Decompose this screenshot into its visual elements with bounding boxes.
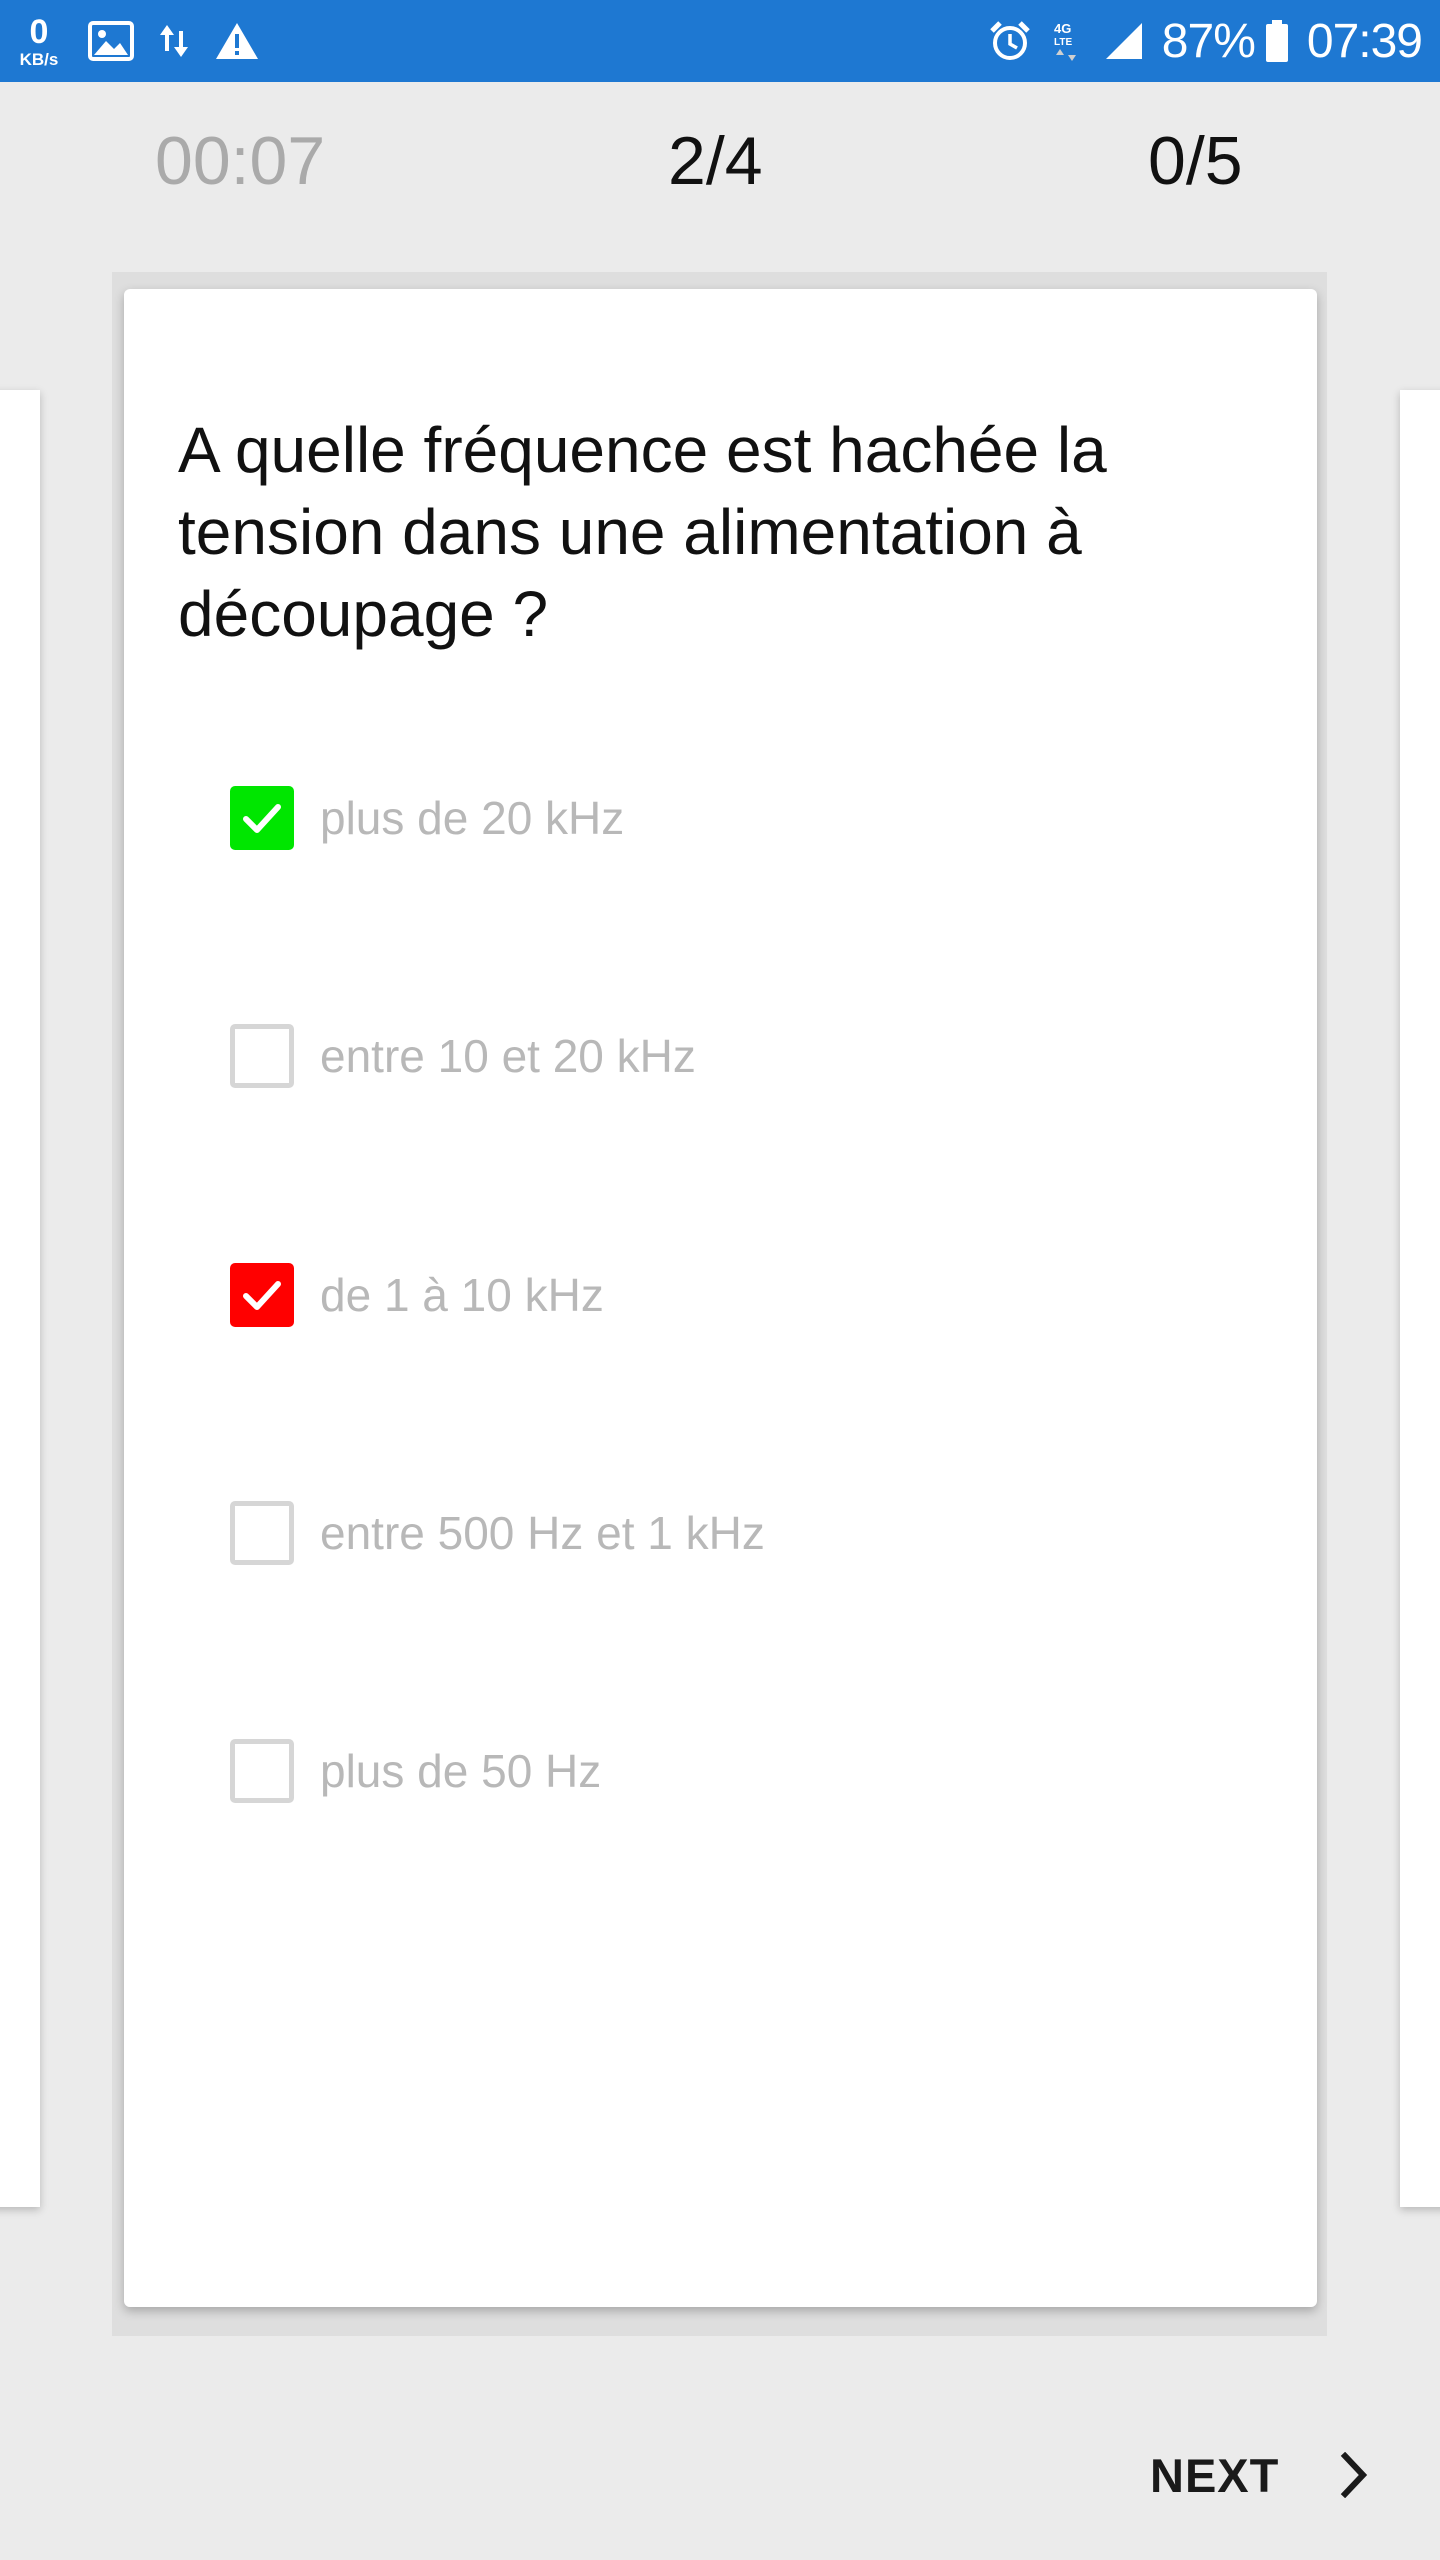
next-button[interactable]: NEXT	[1150, 2440, 1369, 2510]
quiz-timer: 00:07	[155, 123, 326, 199]
next-card-edge[interactable]	[1400, 390, 1440, 2207]
answer-option[interactable]: plus de 20 kHz	[230, 786, 624, 850]
checkbox-checked-correct[interactable]	[230, 786, 294, 850]
quiz-score: 0/5	[1148, 123, 1243, 199]
checkbox-unchecked[interactable]	[230, 1024, 294, 1088]
previous-card-edge[interactable]	[0, 390, 40, 2207]
data-transfer-icon	[158, 21, 190, 61]
question-progress: 2/4	[668, 123, 763, 199]
svg-text:4G: 4G	[1054, 21, 1071, 36]
chevron-right-icon	[1339, 2452, 1369, 2498]
network-speed-unit: KB/s	[19, 49, 59, 69]
status-bar: 0 KB/s 4G LTE 87% 07:39	[0, 0, 1440, 82]
svg-text:LTE: LTE	[1054, 37, 1072, 48]
answer-option-label: entre 500 Hz et 1 kHz	[320, 1507, 765, 1559]
alarm-icon	[988, 19, 1032, 63]
network-speed: 0 KB/s	[14, 15, 64, 68]
checkbox-checked-wrong[interactable]	[230, 1263, 294, 1327]
answer-option-label: plus de 20 kHz	[320, 792, 625, 844]
4g-lte-icon: 4G LTE	[1050, 19, 1084, 63]
question-card: A quelle fréquence est hachée la tension…	[124, 289, 1317, 2307]
signal-icon	[1102, 21, 1144, 61]
answer-option[interactable]: entre 10 et 20 kHz	[230, 1024, 696, 1088]
answer-option[interactable]: de 1 à 10 kHz	[230, 1263, 604, 1327]
answer-option-label: entre 10 et 20 kHz	[320, 1030, 696, 1082]
image-icon	[88, 21, 134, 61]
checkbox-unchecked[interactable]	[230, 1739, 294, 1803]
network-speed-value: 0	[29, 12, 49, 51]
battery-percent: 87%	[1161, 14, 1256, 68]
check-icon	[243, 1281, 281, 1310]
battery-icon	[1265, 19, 1289, 63]
clock: 07:39	[1306, 14, 1423, 68]
check-icon	[243, 804, 281, 833]
next-button-label: NEXT	[1150, 2448, 1280, 2502]
answer-option[interactable]: plus de 50 Hz	[230, 1739, 601, 1803]
answer-option-label: de 1 à 10 kHz	[320, 1269, 604, 1321]
checkbox-unchecked[interactable]	[230, 1501, 294, 1565]
status-bar-left: 0 KB/s	[14, 0, 284, 82]
status-bar-right: 4G LTE 87% 07:39	[988, 0, 1423, 82]
quiz-header: 00:07 2/4 0/5	[0, 82, 1440, 242]
answer-option[interactable]: entre 500 Hz et 1 kHz	[230, 1501, 765, 1565]
answer-option-label: plus de 50 Hz	[320, 1745, 602, 1797]
warning-icon	[214, 21, 260, 61]
question-text: A quelle fréquence est hachée la tension…	[178, 414, 1107, 650]
